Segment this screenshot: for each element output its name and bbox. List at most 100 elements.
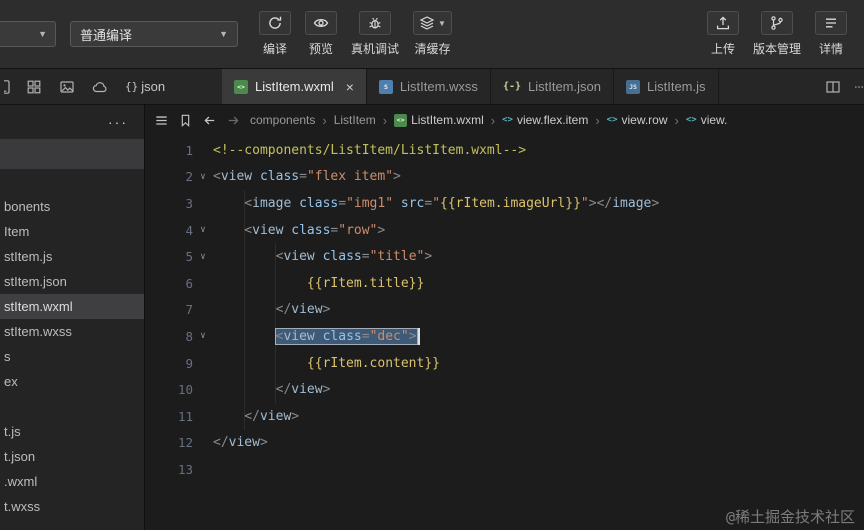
preview-button[interactable]: 预览 [305, 11, 337, 57]
line-number: 13 [177, 461, 193, 477]
sidebar-item-Item[interactable]: Item [0, 219, 144, 244]
device-debug-button[interactable]: 真机调试 [351, 11, 399, 57]
tab-ListItem.wxss[interactable]: S ListItem.wxss [366, 69, 491, 104]
sidebar-item-ex[interactable]: ex [0, 369, 144, 394]
code-line-9[interactable]: 9 {{rItem.content}} [145, 350, 864, 377]
sidebar-item-stItem-wxss[interactable]: stItem.wxss [0, 319, 144, 344]
image-panel-icon[interactable] [59, 79, 75, 95]
code-token: </ [213, 382, 292, 398]
code-line-1[interactable]: 1 <!--components/ListItem/ListItem.wxml--… [145, 137, 864, 164]
code-line-4[interactable]: 4 ∨ <view class="row"> [145, 217, 864, 244]
code-token: " [432, 195, 441, 211]
sidebar-item-bonents[interactable]: bonents [0, 194, 144, 219]
fold-chevron-icon[interactable]: ∨ [193, 331, 213, 341]
details-button[interactable]: 详情 [815, 11, 847, 57]
code-token: </ [213, 435, 229, 451]
fold-chevron-icon[interactable]: ∨ [193, 225, 213, 235]
preview-icon [313, 15, 329, 31]
compile-mode-select[interactable]: 普通编译 ▼ [70, 21, 238, 47]
wxml-file-icon: <> [394, 113, 408, 127]
tab-ListItem.js[interactable]: JS ListItem.js [613, 69, 719, 104]
code-token: view [283, 249, 315, 265]
code-line-11[interactable]: 11 </view> [145, 403, 864, 430]
breadcrumb-separator: › [674, 112, 679, 128]
clear-cache-button[interactable]: ▼ 清缓存 [413, 11, 452, 57]
device-panel-icon[interactable] [4, 79, 15, 95]
breadcrumb-item-ListItem[interactable]: ListItem [334, 113, 376, 127]
close-tab-icon[interactable]: × [346, 80, 354, 94]
code-token: = [424, 195, 433, 211]
code-line-7[interactable]: 7 </view> [145, 297, 864, 324]
bookmark-icon[interactable] [178, 113, 193, 128]
code-line-5[interactable]: 5 ∨ <view class="title"> [145, 243, 864, 270]
sidebar-item-s[interactable]: s [0, 344, 144, 369]
navigate-forward-icon[interactable] [226, 113, 241, 128]
compile-button[interactable]: 编译 [259, 11, 291, 57]
version-control-button[interactable]: 版本管理 [753, 11, 801, 57]
breadcrumb-item-components[interactable]: components [250, 113, 315, 127]
compile-label: 编译 [262, 42, 287, 56]
breadcrumb-label: view.row [621, 113, 668, 127]
version-control-icon-box [760, 11, 793, 35]
cloud-icon[interactable] [92, 79, 108, 95]
code-token: {{rItem.content}} [306, 355, 440, 371]
sidebar-item-t-json[interactable]: t.json [0, 444, 144, 469]
tab-ListItem.json[interactable]: {-} ListItem.json [490, 69, 614, 104]
fold-chevron-icon[interactable]: ∨ [193, 252, 213, 262]
code-line-13[interactable]: 13 [145, 456, 864, 483]
tab-label: ListItem.json [528, 79, 601, 94]
line-number: 12 [177, 435, 193, 451]
sidebar-item-stItem-json[interactable]: stItem.json [0, 269, 144, 294]
code-line-6[interactable]: 6 {{rItem.title}} [145, 270, 864, 297]
code-token: <!--components/ListItem/ListItem.wxml--> [213, 142, 527, 158]
sidebar-item-t-wxss[interactable]: t.wxss [0, 494, 144, 519]
upload-button[interactable]: 上传 [706, 11, 739, 57]
json-badge[interactable]: {} json [125, 79, 165, 94]
sidebar-item--wxml[interactable]: .wxml [0, 469, 144, 494]
layers-icon [419, 15, 435, 31]
code-line-8[interactable]: 8 ∨ <view class="dec"> [145, 323, 864, 350]
code-line-3[interactable]: 3 <image class="img1" src="{{rItem.image… [145, 190, 864, 217]
breadcrumb-item-view-row[interactable]: <> view.row [607, 113, 668, 127]
sidebar-item-stItem-wxml[interactable]: stItem.wxml [0, 294, 144, 319]
sidebar-selected-row[interactable] [0, 139, 144, 169]
code-line-2[interactable]: 2 ∨ <view class="flex item"> [145, 164, 864, 191]
code-token: </ [596, 195, 613, 211]
sidebar-more-button[interactable]: ··· [0, 105, 144, 139]
breadcrumb-separator: › [595, 112, 600, 128]
line-number: 7 [185, 302, 193, 318]
code-token: class [291, 222, 331, 238]
details-label: 详情 [818, 42, 843, 56]
outline-list-icon[interactable] [154, 113, 169, 128]
left-dropdown[interactable]: ▼ [0, 21, 56, 47]
fold-chevron-icon[interactable]: ∨ [193, 172, 213, 182]
split-editor-icon[interactable] [825, 79, 841, 95]
bug-icon [367, 15, 383, 31]
sidebar-item-t-js[interactable]: t.js [0, 419, 144, 444]
code-line-12[interactable]: 12 </view> [145, 430, 864, 457]
tab-label: ListItem.wxml [255, 79, 334, 94]
breadcrumb-separator: › [490, 112, 496, 128]
code-token: image [252, 195, 292, 211]
code-token: < [213, 169, 221, 185]
code-token: > [424, 249, 433, 265]
file-tree-sidebar: ··· bonents Item stItem.js stItem.json stIte… [0, 105, 145, 530]
braces-icon: {} [125, 80, 139, 93]
breadcrumb-item-view-flex-item[interactable]: <> view.flex.item [502, 113, 588, 127]
code-line-10[interactable]: 10 </view> [145, 376, 864, 403]
more-icon[interactable] [854, 79, 864, 95]
breadcrumb-item-ListItem-wxml[interactable]: <> ListItem.wxml [394, 113, 484, 127]
sidebar-item-stItem-js[interactable]: stItem.js [0, 244, 144, 269]
clear-cache-label: 清缓存 [414, 42, 451, 56]
layout-grid-icon[interactable] [26, 79, 42, 95]
navigate-back-icon[interactable] [202, 113, 217, 128]
breadcrumb-item-view-[interactable]: <> view. [686, 113, 728, 127]
tab-ListItem.wxml[interactable]: <> ListItem.wxml × [222, 69, 367, 104]
code-editor[interactable]: 1 <!--components/ListItem/ListItem.wxml--… [145, 135, 864, 530]
wxss-file-icon: S [378, 79, 393, 94]
details-icon [823, 15, 839, 31]
code-token: > [377, 222, 386, 238]
breadcrumb-separator: › [322, 112, 327, 128]
